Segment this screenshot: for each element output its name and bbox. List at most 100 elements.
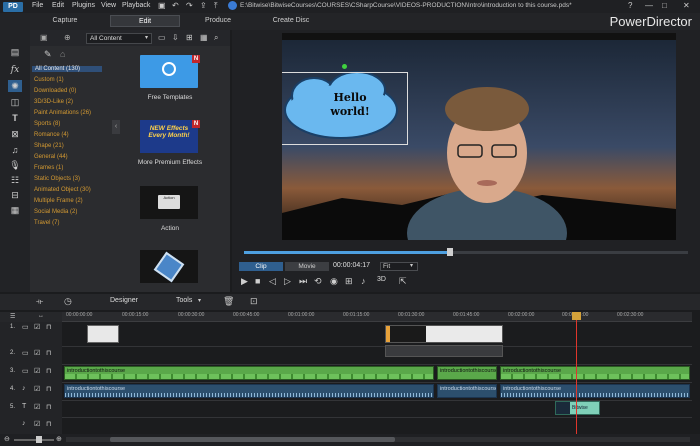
tools-menu[interactable]: Tools	[176, 297, 192, 304]
action-tile[interactable]: Action	[140, 186, 198, 219]
import-icon[interactable]: ▣	[40, 33, 48, 42]
audio-clip[interactable]: introductiontothiscourse	[437, 384, 497, 398]
clip-mode-button[interactable]: Clip	[239, 262, 283, 271]
add-icon[interactable]: ⊞	[186, 33, 193, 42]
menu-view[interactable]: View	[101, 2, 116, 9]
close-button[interactable]: ✕	[683, 1, 690, 10]
menu-file[interactable]: File	[32, 2, 43, 9]
premium-effects-tile[interactable]: NEW Effects Every Month!	[140, 120, 198, 153]
track-enable-checkbox[interactable]: ☑	[34, 403, 40, 411]
lock-icon[interactable]: ⊓	[46, 367, 51, 375]
category-item[interactable]: Multiple Frame (2)	[34, 198, 83, 204]
chapter-room-icon[interactable]: ☷	[8, 174, 22, 186]
audio-clip[interactable]: introductiontothiscourse	[64, 384, 434, 398]
view-icon[interactable]: ▦	[200, 33, 208, 42]
fit-project-icon[interactable]: ⊡	[250, 296, 258, 307]
overlay-audio-clip[interactable]	[385, 345, 503, 357]
category-item[interactable]: Static Objects (3)	[34, 176, 80, 182]
category-item[interactable]: 3D/3D-Like (2)	[34, 99, 73, 105]
zoom-out-icon[interactable]: ⊖	[4, 435, 10, 443]
pip-room-icon[interactable]: ◫	[8, 96, 22, 108]
playhead[interactable]	[576, 312, 577, 434]
fx-room-icon[interactable]: fx	[8, 64, 22, 76]
menu-edit[interactable]: Edit	[52, 2, 64, 9]
scrubber-handle[interactable]	[447, 248, 453, 256]
category-item[interactable]: General (44)	[34, 154, 68, 160]
search-icon[interactable]: ⌕	[214, 33, 218, 43]
stop-icon[interactable]: ■	[255, 276, 260, 286]
media-room-icon[interactable]: ▤	[8, 46, 22, 58]
redo-icon[interactable]: ↷	[186, 1, 193, 10]
category-item[interactable]: Sports (8)	[34, 121, 60, 127]
video-clip[interactable]: introductiontothiscourse	[64, 366, 434, 380]
lock-icon[interactable]: ⊓	[46, 403, 51, 411]
folder-icon[interactable]: ▭	[158, 33, 166, 42]
help-icon[interactable]: ?	[628, 1, 632, 10]
play-icon[interactable]: ▶	[241, 276, 248, 287]
snapshot-icon[interactable]: ◉	[330, 276, 338, 287]
tab-create-disc[interactable]: Create Disc	[256, 15, 326, 27]
zoom-slider[interactable]	[14, 439, 54, 441]
category-item[interactable]: Shape (21)	[34, 143, 64, 149]
download-icon[interactable]: ⇩	[172, 33, 179, 42]
clock-icon[interactable]: ◷	[64, 296, 72, 307]
timeline-ruler[interactable]	[62, 312, 692, 322]
category-item[interactable]: Paint Animations (26)	[34, 110, 91, 116]
fast-forward-icon[interactable]: ⏭	[299, 276, 307, 287]
cloud-icon[interactable]	[228, 1, 237, 10]
track-enable-checkbox[interactable]: ☑	[34, 420, 40, 428]
zoom-in-icon[interactable]: ⊕	[56, 435, 62, 443]
audio-clip[interactable]: introductiontothiscourse	[500, 384, 690, 398]
track-enable-checkbox[interactable]: ☑	[34, 323, 40, 331]
particle-room-icon[interactable]: ✺	[8, 80, 22, 92]
scrollbar-thumb[interactable]	[110, 437, 395, 442]
audio-mix-icon[interactable]: ♫	[8, 144, 22, 156]
effects-room-icon[interactable]: ▦	[8, 204, 22, 216]
category-item[interactable]: All Content (130)	[32, 66, 102, 72]
subtitle-room-icon[interactable]: ⊟	[8, 189, 22, 201]
previous-frame-icon[interactable]: ◁	[269, 276, 276, 287]
selection-box[interactable]	[282, 72, 408, 145]
undo-icon[interactable]: ↶	[172, 1, 179, 10]
rotate-handle[interactable]	[342, 64, 347, 69]
content-filter-select[interactable]: All Content	[86, 33, 152, 44]
tab-capture[interactable]: Capture	[30, 15, 100, 27]
tab-edit[interactable]: Edit	[110, 15, 180, 27]
next-frame-icon[interactable]: ▷	[284, 276, 291, 287]
overlay-clip[interactable]	[385, 325, 503, 343]
designer-menu[interactable]: Designer	[110, 297, 138, 304]
track-manager-icon[interactable]: ☰	[10, 313, 15, 320]
lock-icon[interactable]: ⊓	[46, 420, 51, 428]
playhead-handle[interactable]	[572, 312, 581, 320]
menu-playback[interactable]: Playback	[122, 2, 150, 9]
lock-icon[interactable]: ⊓	[46, 385, 51, 393]
video-clip[interactable]: introductiontothiscourse	[500, 366, 690, 380]
collapse-categories-button[interactable]: ‹	[112, 120, 120, 134]
category-item[interactable]: Animated Object (30)	[34, 187, 91, 193]
title-clip[interactable]: Bitwise	[555, 401, 600, 415]
3d-mode-button[interactable]: 3D	[377, 276, 386, 283]
upload-icon[interactable]: ⤒	[214, 1, 218, 11]
video-clip[interactable]: introductiontothiscourse	[437, 366, 497, 380]
plugin-icon[interactable]: ⊕	[64, 33, 71, 42]
category-item[interactable]: Romance (4)	[34, 132, 69, 138]
voice-record-icon[interactable]: 🎙	[8, 159, 22, 171]
tag-icon[interactable]: ⌂	[60, 49, 65, 59]
category-item[interactable]: Downloaded (0)	[34, 88, 76, 94]
magic-wand-icon[interactable]: ✎	[44, 49, 52, 60]
transition-room-icon[interactable]: ⊠	[8, 128, 22, 140]
overlay-clip[interactable]	[87, 325, 119, 343]
tab-produce[interactable]: Produce	[183, 15, 253, 27]
loop-icon[interactable]: ⟲	[314, 276, 322, 287]
share-icon[interactable]: ⇪	[200, 1, 207, 10]
category-item[interactable]: Social Media (2)	[34, 209, 77, 215]
fit-timeline-icon[interactable]: ↔	[38, 313, 44, 319]
volume-icon[interactable]: ♪	[361, 276, 366, 286]
track-enable-checkbox[interactable]: ☑	[34, 367, 40, 375]
free-templates-tile[interactable]	[140, 55, 198, 88]
split-icon[interactable]: ⟛	[36, 297, 43, 307]
lock-icon[interactable]: ⊓	[46, 323, 51, 331]
title-room-icon[interactable]: T	[8, 112, 22, 124]
category-item[interactable]: Custom (1)	[34, 77, 64, 83]
category-item[interactable]: Frames (1)	[34, 165, 63, 171]
